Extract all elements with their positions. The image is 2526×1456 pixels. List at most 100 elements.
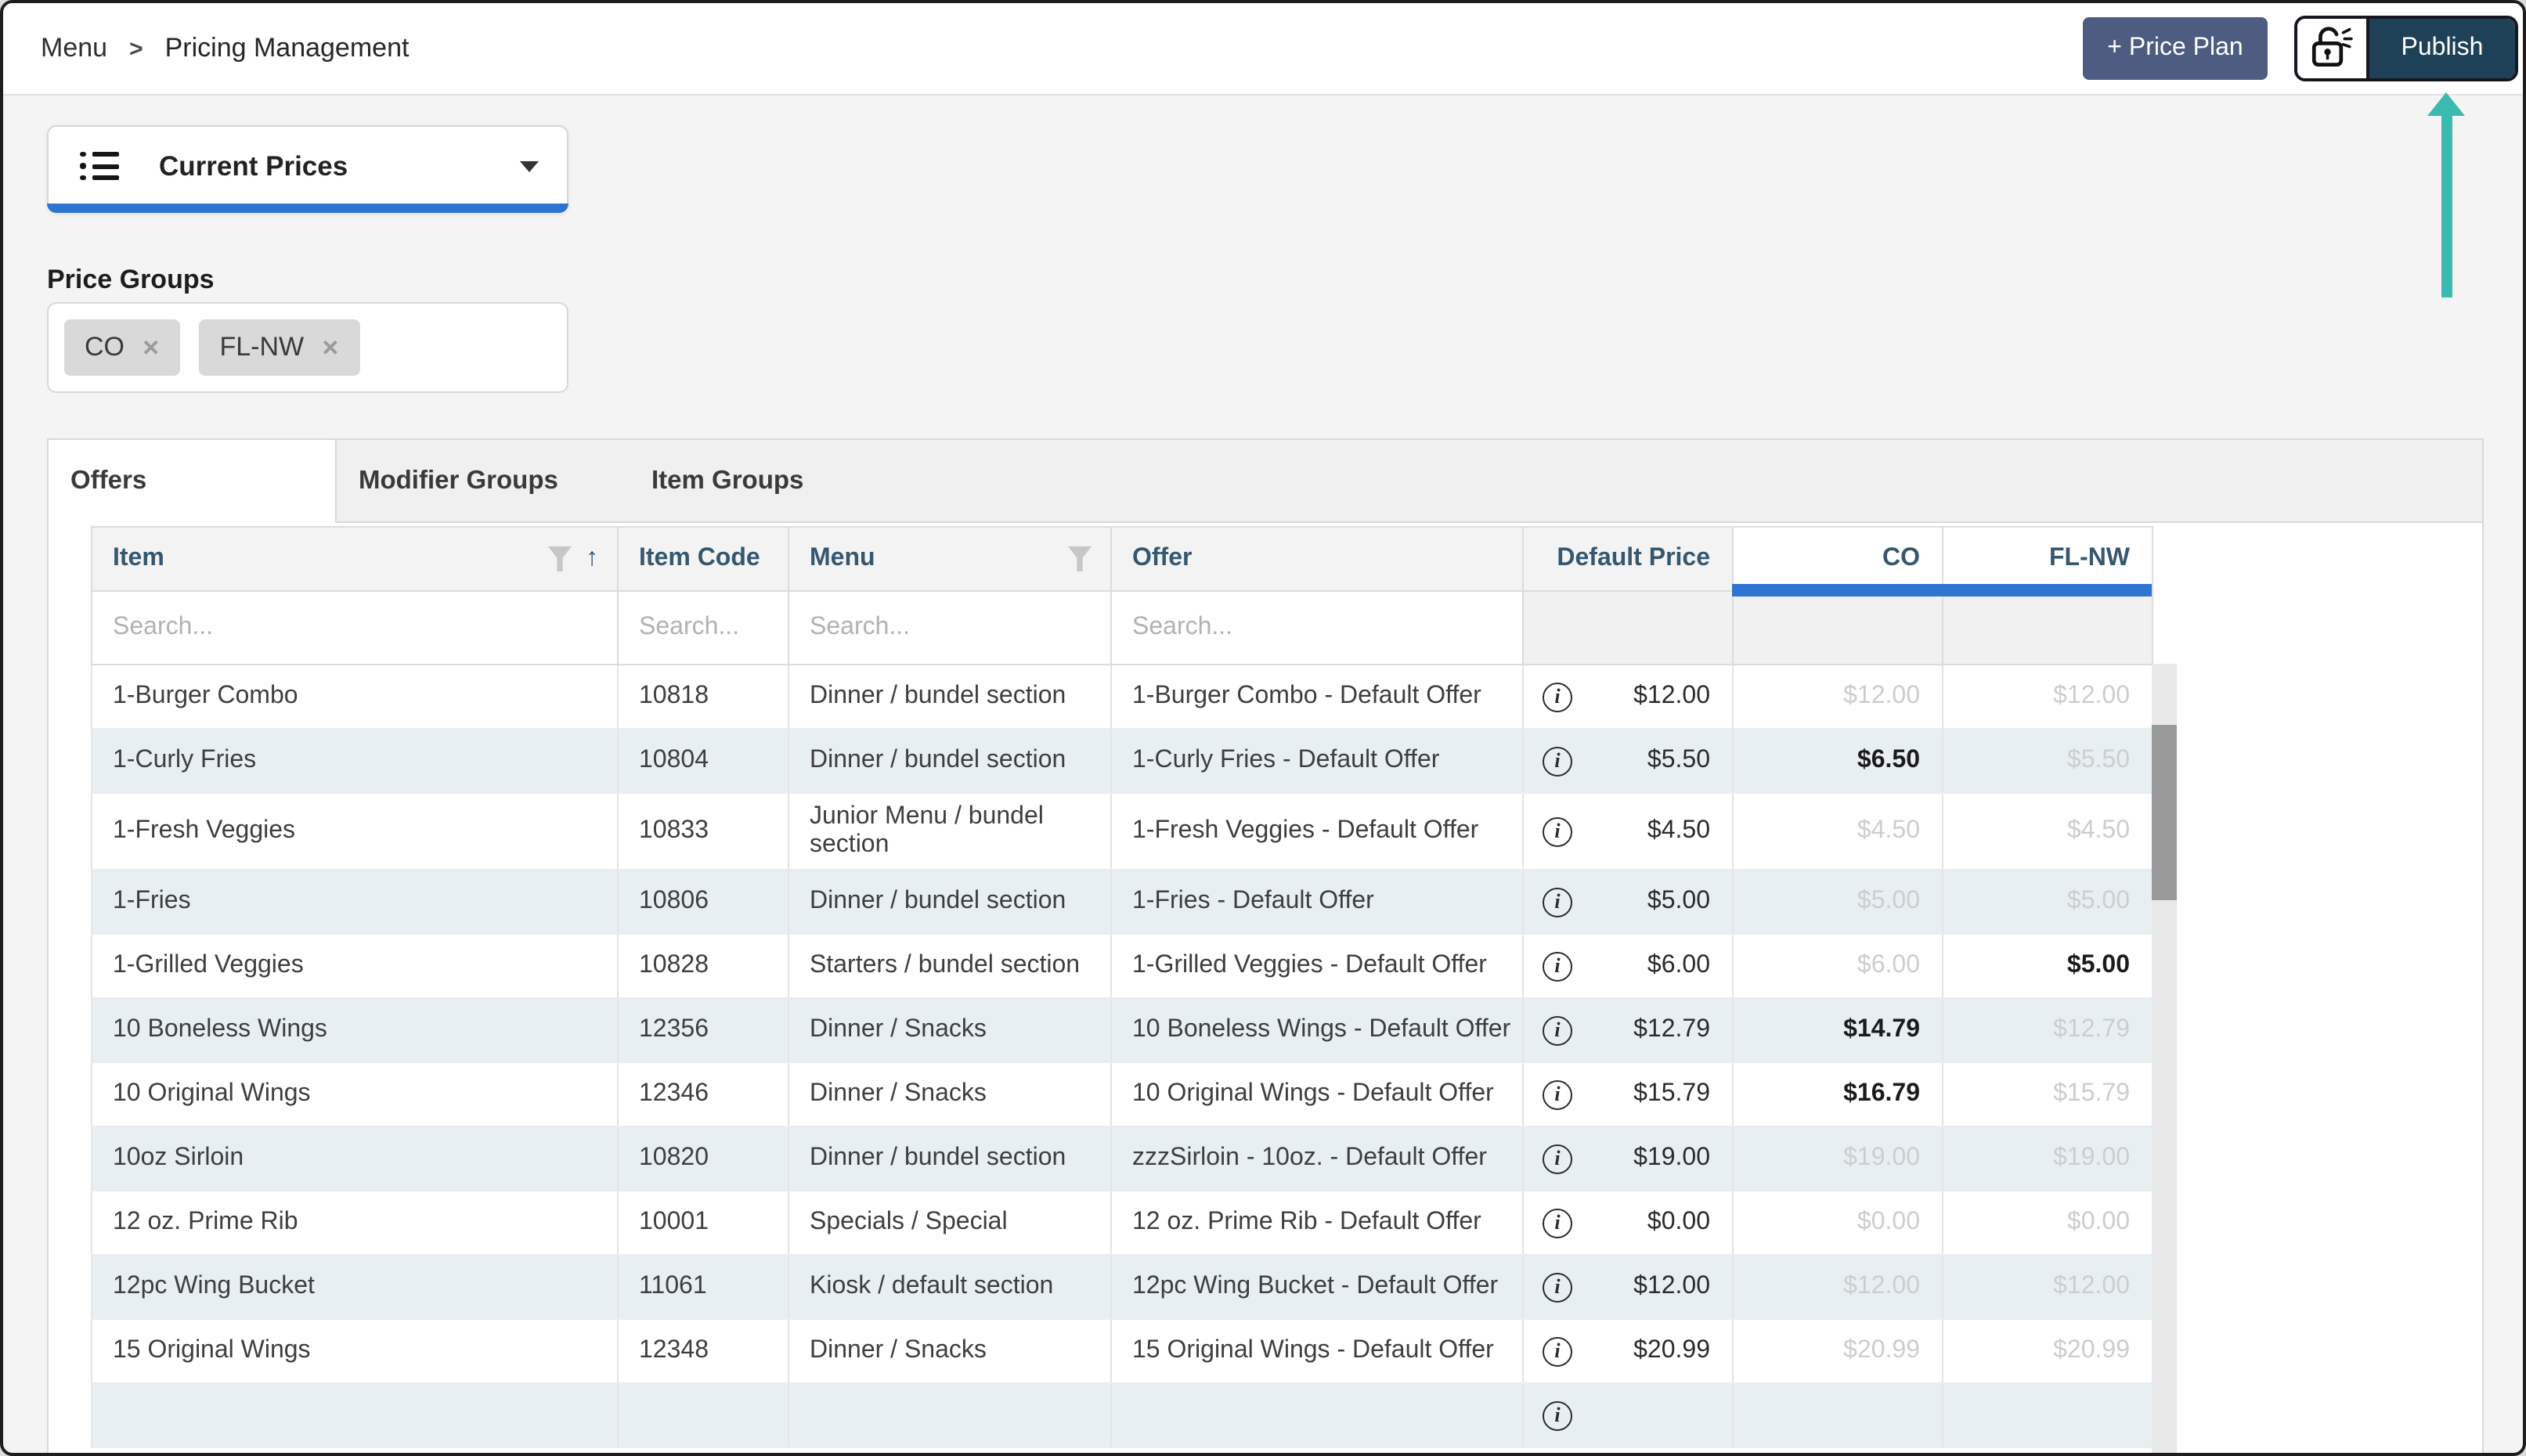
cell-flnw-price[interactable]: $5.50: [1943, 729, 2153, 793]
cell-menu: Dinner / bundel section: [788, 729, 1111, 793]
info-icon[interactable]: i: [1543, 816, 1572, 846]
search-cell-offer: [1111, 591, 1523, 665]
cell-co-price[interactable]: $19.00: [1733, 1126, 1943, 1191]
cell-co-price[interactable]: $16.79: [1733, 1062, 1943, 1126]
cell-flnw-price[interactable]: $20.99: [1943, 1319, 2153, 1383]
column-header-flnw[interactable]: FL-NW: [1943, 527, 2153, 591]
breadcrumb-menu-link[interactable]: Menu: [41, 33, 107, 64]
default-price-value: $6.00: [1572, 952, 1732, 980]
cell-co-price[interactable]: $0.00: [1733, 1191, 1943, 1255]
chip-remove-icon[interactable]: ✕: [321, 334, 339, 361]
cell-default-price: i$5.00: [1523, 870, 1733, 934]
view-selector-dropdown[interactable]: Current Prices: [47, 125, 568, 213]
cell-default-price: i: [1523, 1383, 1733, 1447]
pricing-management-screen: Menu > Pricing Management + Price Plan: [0, 0, 2526, 1456]
sort-ascending-icon[interactable]: ↑: [586, 546, 598, 571]
cell-offer: 10 Original Wings - Default Offer: [1111, 1062, 1523, 1126]
search-cell-co: [1733, 591, 1943, 665]
info-icon[interactable]: i: [1543, 1079, 1572, 1109]
info-icon[interactable]: i: [1543, 887, 1572, 917]
cell-offer: 15 Original Wings - Default Offer: [1111, 1319, 1523, 1383]
tab-modifier-groups[interactable]: Modifier Groups: [337, 440, 630, 521]
tab-offers[interactable]: Offers: [49, 440, 337, 523]
cell-default-price: i$19.00: [1523, 1126, 1733, 1191]
cell-flnw-price[interactable]: $4.50: [1943, 793, 2153, 870]
cell-co-price[interactable]: $6.00: [1733, 934, 1943, 998]
table-row: 10oz Sirloin10820Dinner / bundel section…: [92, 1126, 2153, 1191]
default-price-value: $0.00: [1572, 1209, 1732, 1237]
column-header-co[interactable]: CO: [1733, 527, 1943, 591]
lock-button[interactable]: [2297, 19, 2369, 78]
info-icon[interactable]: i: [1543, 951, 1572, 981]
cell-co-price[interactable]: $12.00: [1733, 665, 1943, 729]
add-price-plan-button[interactable]: + Price Plan: [2083, 17, 2268, 80]
view-selector-accent-bar: [47, 204, 568, 213]
cell-item: 12 oz. Prime Rib: [92, 1191, 618, 1255]
price-groups-input[interactable]: CO✕FL-NW✕: [47, 302, 568, 393]
cell-item: 1-Fresh Veggies: [92, 793, 618, 870]
cell-flnw-price[interactable]: $5.00: [1943, 870, 2153, 934]
column-header-offer[interactable]: Offer: [1111, 527, 1523, 591]
cell-item: 1-Curly Fries: [92, 729, 618, 793]
info-icon[interactable]: i: [1543, 1015, 1572, 1045]
cell-item-code: 12348: [618, 1319, 788, 1383]
cell-item: 1-Grilled Veggies: [92, 934, 618, 998]
cell-flnw-price[interactable]: $19.00: [1943, 1126, 2153, 1191]
table-row: 1-Fries10806Dinner / bundel section1-Fri…: [92, 870, 2153, 934]
cell-co-price[interactable]: $5.00: [1733, 870, 1943, 934]
cell-co-price[interactable]: [1733, 1383, 1943, 1447]
table-row: 10 Boneless Wings12356Dinner / Snacks10 …: [92, 998, 2153, 1062]
tab-item-groups[interactable]: Item Groups: [630, 440, 830, 521]
search-cell-menu: [788, 591, 1111, 665]
default-price-value: $12.00: [1572, 1273, 1732, 1301]
price-group-chip-label: CO: [85, 332, 124, 363]
column-header-item-code[interactable]: Item Code: [618, 527, 788, 591]
cell-offer: 1-Fresh Veggies - Default Offer: [1111, 793, 1523, 870]
cell-flnw-price[interactable]: $0.00: [1943, 1191, 2153, 1255]
column-header-default-price[interactable]: Default Price: [1523, 527, 1733, 591]
cell-flnw-price[interactable]: [1943, 1383, 2153, 1447]
cell-default-price: i$12.00: [1523, 665, 1733, 729]
cell-flnw-price[interactable]: $12.00: [1943, 665, 2153, 729]
info-icon[interactable]: i: [1543, 746, 1572, 776]
filter-icon[interactable]: [548, 546, 572, 571]
cell-default-price: i$20.99: [1523, 1319, 1733, 1383]
cell-default-price: i$6.00: [1523, 934, 1733, 998]
filter-icon[interactable]: [1068, 546, 1092, 571]
info-icon[interactable]: i: [1543, 1272, 1572, 1302]
info-icon[interactable]: i: [1543, 1336, 1572, 1366]
column-header-menu[interactable]: Menu: [788, 527, 1111, 591]
chip-remove-icon[interactable]: ✕: [142, 334, 160, 361]
tab-panel: OffersModifier GroupsItem Groups Item: [47, 438, 2484, 1456]
lock-publish-group: Publish: [2294, 16, 2518, 81]
offer-search-input[interactable]: [1112, 614, 1522, 642]
info-icon[interactable]: i: [1543, 1144, 1572, 1173]
cell-co-price[interactable]: $4.50: [1733, 793, 1943, 870]
info-icon[interactable]: i: [1543, 1400, 1572, 1430]
publish-button[interactable]: Publish: [2369, 19, 2515, 78]
cell-co-price[interactable]: $14.79: [1733, 998, 1943, 1062]
cell-co-price[interactable]: $20.99: [1733, 1319, 1943, 1383]
cell-menu: Starters / bundel section: [788, 934, 1111, 998]
cell-item-code: 12346: [618, 1062, 788, 1126]
cell-co-price[interactable]: $6.50: [1733, 729, 1943, 793]
column-header-item[interactable]: Item ↑: [92, 527, 618, 591]
table-scrollbar-track[interactable]: [2152, 664, 2177, 1456]
info-icon[interactable]: i: [1543, 1208, 1572, 1238]
cell-flnw-price[interactable]: $15.79: [1943, 1062, 2153, 1126]
cell-co-price[interactable]: $12.00: [1733, 1255, 1943, 1319]
price-group-chip: FL-NW✕: [199, 319, 359, 376]
cell-flnw-price[interactable]: $5.00: [1943, 934, 2153, 998]
cell-item-code: 10828: [618, 934, 788, 998]
info-icon[interactable]: i: [1543, 682, 1572, 712]
cell-menu: Junior Menu / bundel section: [788, 793, 1111, 870]
default-price-value: $12.00: [1572, 683, 1732, 711]
cell-flnw-price[interactable]: $12.79: [1943, 998, 2153, 1062]
item-code-search-input[interactable]: [619, 614, 799, 642]
cell-flnw-price[interactable]: $12.00: [1943, 1255, 2153, 1319]
cell-offer: 10 Boneless Wings - Default Offer: [1111, 998, 1523, 1062]
menu-search-input[interactable]: [789, 614, 1115, 642]
table-scrollbar-thumb[interactable]: [2152, 725, 2177, 900]
cell-menu: Kiosk / default section: [788, 1255, 1111, 1319]
item-search-input[interactable]: [92, 614, 612, 642]
